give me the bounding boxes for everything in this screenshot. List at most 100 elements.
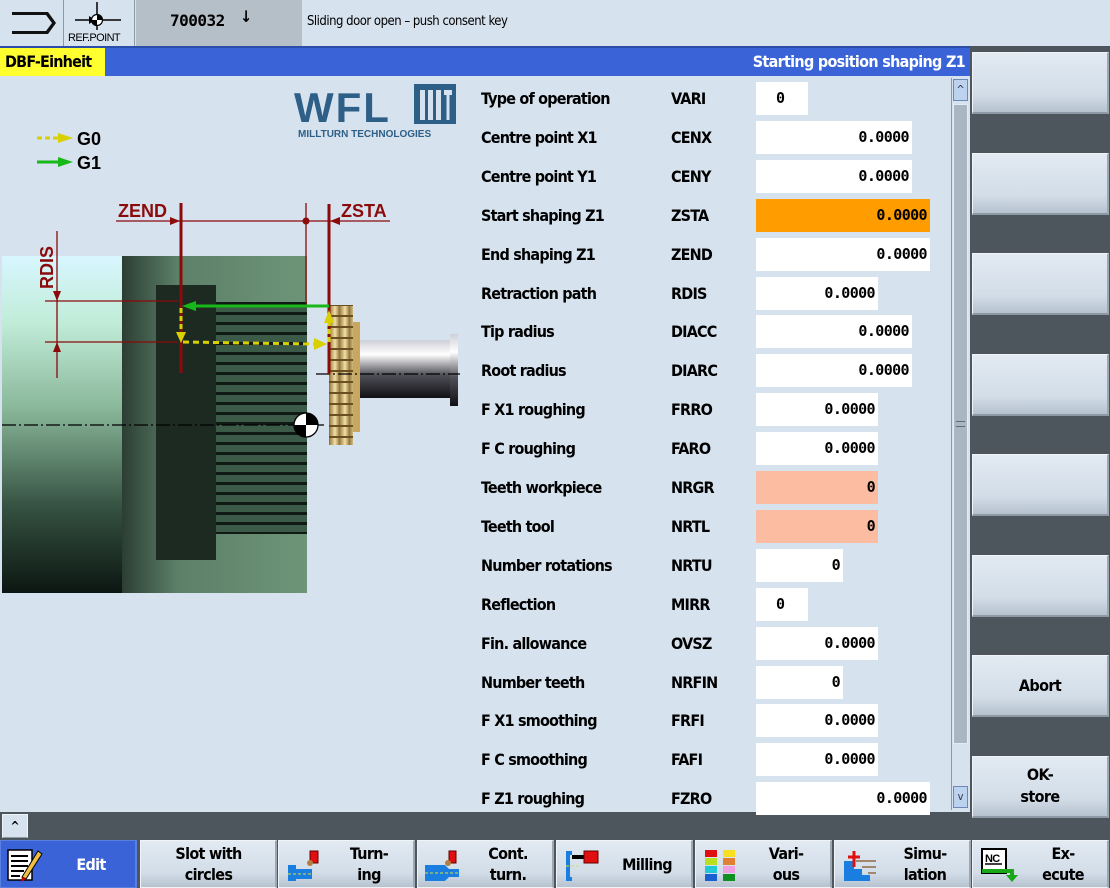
- param-row-fzro: F Z1 roughing FZRO 0.0000: [480, 782, 940, 816]
- vertical-scrollbar[interactable]: ^ v: [951, 78, 969, 810]
- header-bar: REF.POINT 700032 ↓ Sliding door open – p…: [0, 0, 1110, 46]
- param-label: F C roughing: [481, 439, 576, 459]
- vertical-softkey-5[interactable]: [972, 454, 1109, 516]
- param-row-ceny: Centre point Y1 CENY 0.0000: [480, 159, 940, 194]
- param-variable: NRFIN: [671, 672, 718, 692]
- param-row-diarc: Root radius DIARC 0.0000: [480, 354, 940, 388]
- tool-gear: [329, 305, 353, 445]
- param-input-ceny[interactable]: 0.0000: [756, 159, 912, 193]
- param-input-zend[interactable]: 0.0000: [756, 237, 930, 271]
- param-label: Number rotations: [481, 555, 613, 575]
- param-label: Type of operation: [481, 89, 610, 108]
- vertical-softkey-4[interactable]: [972, 353, 1109, 416]
- softkey-vari-ous[interactable]: Vari- ous: [695, 840, 832, 888]
- rdis-label: RDIS: [37, 246, 57, 289]
- softkey-label: Ex- ecute: [1042, 844, 1084, 884]
- vertical-softkey-2[interactable]: [972, 152, 1109, 215]
- param-variable: DIARC: [671, 361, 718, 381]
- expand-softkeys-button[interactable]: ^: [2, 814, 28, 838]
- param-input-fzro[interactable]: 0.0000: [756, 782, 930, 816]
- param-input-mirr[interactable]: 0: [756, 587, 808, 621]
- scroll-thumb[interactable]: [953, 104, 968, 744]
- execute-nc-icon: NC: [978, 847, 1018, 883]
- softkey-simu-lation[interactable]: Simu- lation: [834, 840, 971, 888]
- mode-button[interactable]: [0, 0, 64, 46]
- origin-icon: [293, 412, 319, 438]
- param-input-zsta[interactable]: 0.0000: [756, 198, 930, 232]
- edit-icon: [6, 847, 46, 883]
- scroll-grip-icon: [956, 421, 965, 427]
- param-input-nrfin[interactable]: 0: [756, 665, 843, 699]
- param-variable: ZEND: [671, 244, 713, 264]
- param-variable: NRTL: [671, 516, 710, 536]
- softkey-label: Simu- lation: [903, 844, 947, 884]
- dialog-title: Starting position shaping Z1: [752, 52, 966, 71]
- softkey-label: Slot with circles: [175, 844, 242, 884]
- scroll-up-button[interactable]: ^: [953, 79, 968, 101]
- param-row-zsta: Start shaping Z1 ZSTA 0.0000: [480, 198, 940, 233]
- param-variable: ZSTA: [671, 205, 709, 225]
- param-variable: MIRR: [671, 594, 710, 614]
- param-variable: FRRO: [671, 400, 713, 420]
- param-variable: FZRO: [671, 789, 712, 809]
- softkey-ex-ecute[interactable]: NC Ex- ecute: [972, 840, 1109, 888]
- logo-text: WFL: [294, 84, 391, 131]
- softkey-label: Turn- ing: [349, 844, 389, 884]
- param-variable: VARI: [671, 89, 706, 108]
- param-label: F C smoothing: [481, 750, 588, 770]
- param-row-diacc: Tip radius DIACC 0.0000: [480, 315, 940, 349]
- vertical-softkey-6[interactable]: [972, 554, 1109, 617]
- ref-point-button[interactable]: REF.POINT: [65, 0, 135, 46]
- param-row-faro: F C roughing FARO 0.0000: [480, 432, 940, 466]
- param-variable: DIACC: [671, 322, 717, 342]
- param-row-nrfin: Number teeth NRFIN 0: [480, 665, 940, 700]
- param-input-rdis[interactable]: 0.0000: [756, 276, 878, 310]
- softkey-edit[interactable]: Edit: [0, 840, 137, 888]
- softkey-abort[interactable]: Abort: [972, 655, 1109, 717]
- turning-icon: [284, 847, 324, 883]
- param-row-zend: End shaping Z1 ZEND 0.0000: [480, 237, 940, 272]
- param-variable: NRGR: [671, 478, 715, 497]
- param-input-nrtl[interactable]: 0: [756, 509, 878, 543]
- softkey-slot-with-circles[interactable]: Slot with circles: [140, 840, 277, 888]
- unit-badge: DBF-Einheit: [0, 48, 105, 76]
- ref-point-icon: [75, 2, 121, 30]
- param-label: Retraction path: [481, 283, 597, 303]
- alarm-box[interactable]: 700032 ↓: [136, 0, 302, 46]
- param-input-fafi[interactable]: 0.0000: [756, 743, 878, 777]
- softkey-turn-ing[interactable]: Turn- ing: [278, 840, 415, 888]
- legend-g0: G0: [37, 129, 101, 149]
- param-row-rdis: Retraction path RDIS 0.0000: [480, 276, 940, 311]
- param-label: F Z1 roughing: [481, 789, 585, 809]
- param-input-diacc[interactable]: 0.0000: [756, 315, 912, 349]
- zsta-label: ZSTA: [341, 201, 387, 221]
- vertical-softkey-3[interactable]: [972, 253, 1109, 315]
- softkey-ok-store[interactable]: OK- store: [972, 755, 1109, 818]
- workpiece-groove: [156, 285, 216, 560]
- param-input-vari[interactable]: 0: [756, 82, 808, 115]
- param-variable: FRFI: [671, 711, 705, 731]
- help-graphic: WFL MILLTURN TECHNOLOGIES G0 G1 ZEND ZST…: [0, 76, 470, 616]
- alarm-number: 700032: [170, 11, 225, 30]
- param-row-frro: F X1 roughing FRRO 0.0000: [480, 393, 940, 427]
- softkey-cont-turn[interactable]: Cont. turn.: [417, 840, 554, 888]
- legend-g0-label: G0: [77, 129, 101, 149]
- param-input-ovsz[interactable]: 0.0000: [756, 626, 878, 660]
- param-input-nrgr[interactable]: 0: [756, 471, 878, 504]
- vertical-softkey-1[interactable]: [972, 52, 1109, 114]
- softkey-label: Milling: [622, 854, 672, 874]
- param-input-diarc[interactable]: 0.0000: [756, 354, 912, 388]
- param-variable: CENY: [671, 166, 711, 186]
- scroll-down-button[interactable]: v: [953, 786, 968, 808]
- softkey-label: Cont. turn.: [488, 844, 528, 884]
- softkey-milling[interactable]: Milling: [556, 840, 693, 888]
- param-input-frfi[interactable]: 0.0000: [756, 704, 878, 738]
- param-input-nrtu[interactable]: 0: [756, 548, 843, 582]
- param-variable: FAFI: [671, 750, 703, 770]
- param-input-faro[interactable]: 0.0000: [756, 432, 878, 466]
- param-input-frro[interactable]: 0.0000: [756, 393, 878, 427]
- contour-turning-icon: [423, 847, 463, 883]
- softkey-label: Edit: [76, 854, 106, 874]
- param-input-cenx[interactable]: 0.0000: [756, 120, 912, 154]
- param-label: Tip radius: [481, 322, 555, 342]
